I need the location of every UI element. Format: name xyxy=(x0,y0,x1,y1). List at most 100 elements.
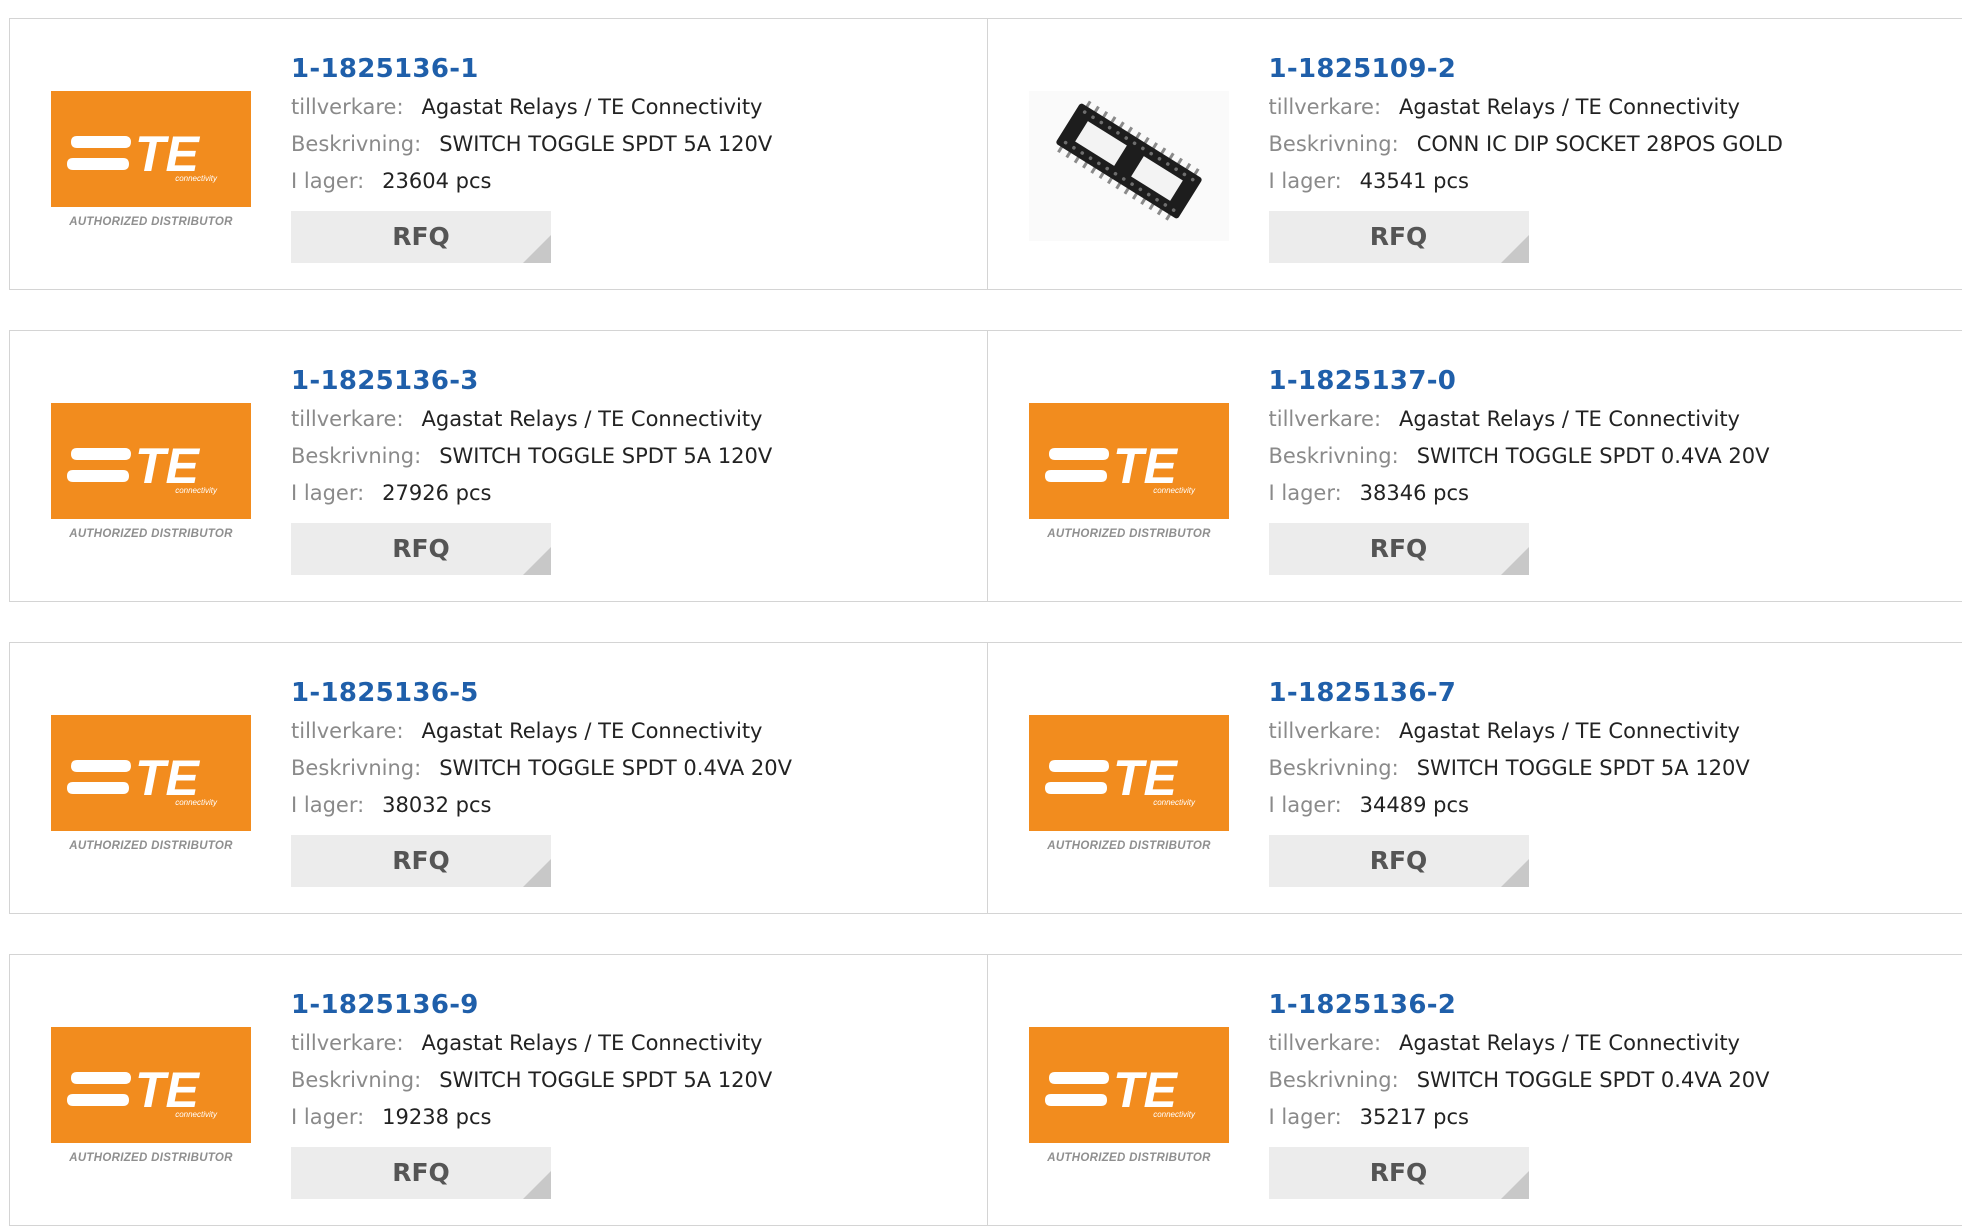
authorized-distributor-caption: AUTHORIZED DISTRIBUTOR xyxy=(68,528,233,540)
description-label: Beskrivning: xyxy=(1269,1068,1399,1092)
rfq-label: RFQ xyxy=(1269,835,1529,887)
logo-subtext: connectivity xyxy=(175,174,218,183)
rfq-label: RFQ xyxy=(291,1147,551,1199)
rfq-button[interactable]: RFQ xyxy=(1269,211,1529,263)
product-image[interactable]: TEconnectivityAUTHORIZED DISTRIBUTOR xyxy=(51,403,251,553)
description-label: Beskrivning: xyxy=(291,132,421,156)
product-image[interactable]: TEconnectivityAUTHORIZED DISTRIBUTOR xyxy=(1029,1027,1229,1177)
product-row: TEconnectivityAUTHORIZED DISTRIBUTOR 1-1… xyxy=(9,954,1962,1226)
part-number-link[interactable]: 1-1825136-3 xyxy=(291,361,772,401)
stock-row: I lager: 38346 pcs xyxy=(1269,475,1770,512)
te-connectivity-logo: TEconnectivityAUTHORIZED DISTRIBUTOR xyxy=(51,1027,251,1177)
product-info: 1-1825136-7 tillverkare: Agastat Relays /… xyxy=(1269,673,1750,887)
description-row: Beskrivning:SWITCH TOGGLE SPDT 5A 120V xyxy=(1269,750,1750,787)
manufacturer-row: tillverkare: Agastat Relays / TE Connecti… xyxy=(291,401,772,438)
manufacturer-label: tillverkare: xyxy=(1269,1031,1382,1055)
manufacturer-label: tillverkare: xyxy=(1269,719,1382,743)
product-card: TEconnectivityAUTHORIZED DISTRIBUTOR 1-1… xyxy=(10,331,987,601)
description-label: Beskrivning: xyxy=(291,756,421,780)
rfq-button[interactable]: RFQ xyxy=(291,523,551,575)
stock-row: I lager:34489 pcs xyxy=(1269,787,1750,824)
rfq-label: RFQ xyxy=(291,523,551,575)
part-number-link[interactable]: 1-1825136-1 xyxy=(291,49,772,89)
logo-subtext: connectivity xyxy=(1153,486,1196,495)
te-connectivity-logo: TEconnectivityAUTHORIZED DISTRIBUTOR xyxy=(1029,1027,1229,1177)
product-info: 1-1825136-1 tillverkare:Agastat Relays /… xyxy=(291,49,772,263)
te-connectivity-logo: TEconnectivityAUTHORIZED DISTRIBUTOR xyxy=(1029,715,1229,865)
logo-subtext: connectivity xyxy=(175,798,218,807)
stock-value: 38346 pcs xyxy=(1360,481,1469,505)
rfq-label: RFQ xyxy=(1269,1147,1529,1199)
product-row: TEconnectivityAUTHORIZED DISTRIBUTOR 1-1… xyxy=(9,18,1962,290)
stock-value: 27926 pcs xyxy=(382,481,491,505)
manufacturer-row: tillverkare:Agastat Relays / TE Connecti… xyxy=(1269,401,1770,438)
product-image[interactable]: TEconnectivityAUTHORIZED DISTRIBUTOR xyxy=(51,91,251,241)
product-card: TEconnectivityAUTHORIZED DISTRIBUTOR 1-1… xyxy=(987,331,1962,601)
authorized-distributor-caption: AUTHORIZED DISTRIBUTOR xyxy=(1046,1152,1211,1164)
logo-subtext: connectivity xyxy=(175,1110,218,1119)
stock-row: I lager:27926 pcs xyxy=(291,475,772,512)
authorized-distributor-caption: AUTHORIZED DISTRIBUTOR xyxy=(68,216,233,228)
description-row: Beskrivning:SWITCH TOGGLE SPDT 5A 120V xyxy=(291,438,772,475)
part-number-link[interactable]: 1-1825136-9 xyxy=(291,985,772,1025)
logo-subtext: connectivity xyxy=(1153,1110,1196,1119)
product-image[interactable]: TEconnectivityAUTHORIZED DISTRIBUTOR xyxy=(51,715,251,865)
te-connectivity-logo: TEconnectivityAUTHORIZED DISTRIBUTOR xyxy=(51,715,251,865)
manufacturer-label: tillverkare: xyxy=(291,1031,404,1055)
part-number-link[interactable]: 1-1825109-2 xyxy=(1269,49,1783,89)
description-row: Beskrivning:SWITCH TOGGLE SPDT 5A 120V xyxy=(291,126,772,163)
stock-label: I lager: xyxy=(1269,1105,1342,1129)
part-number-link[interactable]: 1-1825137-0 xyxy=(1269,361,1770,401)
authorized-distributor-caption: AUTHORIZED DISTRIBUTOR xyxy=(1046,840,1211,852)
part-number-link[interactable]: 1-1825136-7 xyxy=(1269,673,1750,713)
description-label: Beskrivning: xyxy=(1269,132,1399,156)
stock-value: 19238 pcs xyxy=(382,1105,491,1129)
stock-label: I lager: xyxy=(1269,481,1342,505)
product-grid: TEconnectivityAUTHORIZED DISTRIBUTOR 1-1… xyxy=(0,0,1962,1211)
manufacturer-row: tillverkare:Agastat Relays / TE Connecti… xyxy=(291,713,792,750)
rfq-button[interactable]: RFQ xyxy=(291,211,551,263)
product-image[interactable]: TEconnectivityAUTHORIZED DISTRIBUTOR xyxy=(1029,403,1229,553)
description-row: Beskrivning:SWITCH TOGGLE SPDT 0.4VA 20V xyxy=(291,750,792,787)
authorized-distributor-caption: AUTHORIZED DISTRIBUTOR xyxy=(1046,528,1211,540)
te-connectivity-logo: TEconnectivityAUTHORIZED DISTRIBUTOR xyxy=(1029,403,1229,553)
manufacturer-value: Agastat Relays / TE Connectivity xyxy=(1399,407,1740,431)
part-number-link[interactable]: 1-1825136-5 xyxy=(291,673,792,713)
manufacturer-value: Agastat Relays / TE Connectivity xyxy=(422,407,763,431)
product-card: TEconnectivityAUTHORIZED DISTRIBUTOR 1-1… xyxy=(987,955,1962,1225)
rfq-button[interactable]: RFQ xyxy=(1269,523,1529,575)
rfq-button[interactable]: RFQ xyxy=(291,1147,551,1199)
logo-subtext: connectivity xyxy=(1153,798,1196,807)
te-connectivity-logo: TEconnectivityAUTHORIZED DISTRIBUTOR xyxy=(51,403,251,553)
description-row: Beskrivning:SWITCH TOGGLE SPDT 5A 120V xyxy=(291,1062,772,1099)
manufacturer-row: tillverkare:Agastat Relays / TE Connecti… xyxy=(291,89,772,126)
stock-row: I lager: 35217 pcs xyxy=(1269,1099,1770,1136)
manufacturer-label: tillverkare: xyxy=(291,719,404,743)
product-info: 1-1825109-2 tillverkare:Agastat Relays /… xyxy=(1269,49,1783,263)
manufacturer-row: tillverkare: Agastat Relays / TE Connecti… xyxy=(1269,713,1750,750)
product-row: TEconnectivityAUTHORIZED DISTRIBUTOR 1-1… xyxy=(9,330,1962,602)
rfq-button[interactable]: RFQ xyxy=(1269,1147,1529,1199)
rfq-button[interactable]: RFQ xyxy=(291,835,551,887)
product-row: TEconnectivityAUTHORIZED DISTRIBUTOR 1-1… xyxy=(9,642,1962,914)
rfq-button[interactable]: RFQ xyxy=(1269,835,1529,887)
product-image[interactable] xyxy=(1029,91,1229,241)
product-card: TEconnectivityAUTHORIZED DISTRIBUTOR 1-1… xyxy=(987,643,1962,913)
product-info: 1-1825137-0 tillverkare:Agastat Relays /… xyxy=(1269,361,1770,575)
manufacturer-value: Agastat Relays / TE Connectivity xyxy=(1399,719,1740,743)
product-image[interactable]: TEconnectivityAUTHORIZED DISTRIBUTOR xyxy=(1029,715,1229,865)
product-info: 1-1825136-2 tillverkare: Agastat Relays /… xyxy=(1269,985,1770,1199)
stock-label: I lager: xyxy=(291,169,364,193)
stock-row: I lager:23604 pcs xyxy=(291,163,772,200)
manufacturer-label: tillverkare: xyxy=(291,95,404,119)
manufacturer-value: Agastat Relays / TE Connectivity xyxy=(1399,1031,1740,1055)
product-image[interactable]: TEconnectivityAUTHORIZED DISTRIBUTOR xyxy=(51,1027,251,1177)
stock-label: I lager: xyxy=(1269,169,1342,193)
stock-row: I lager:38032 pcs xyxy=(291,787,792,824)
manufacturer-label: tillverkare: xyxy=(291,407,404,431)
part-number-link[interactable]: 1-1825136-2 xyxy=(1269,985,1770,1025)
manufacturer-value: Agastat Relays / TE Connectivity xyxy=(422,1031,763,1055)
stock-value: 35217 pcs xyxy=(1360,1105,1469,1129)
manufacturer-row: tillverkare: Agastat Relays / TE Connecti… xyxy=(1269,1025,1770,1062)
description-row: Beskrivning:CONN IC DIP SOCKET 28POS GOL… xyxy=(1269,126,1783,163)
